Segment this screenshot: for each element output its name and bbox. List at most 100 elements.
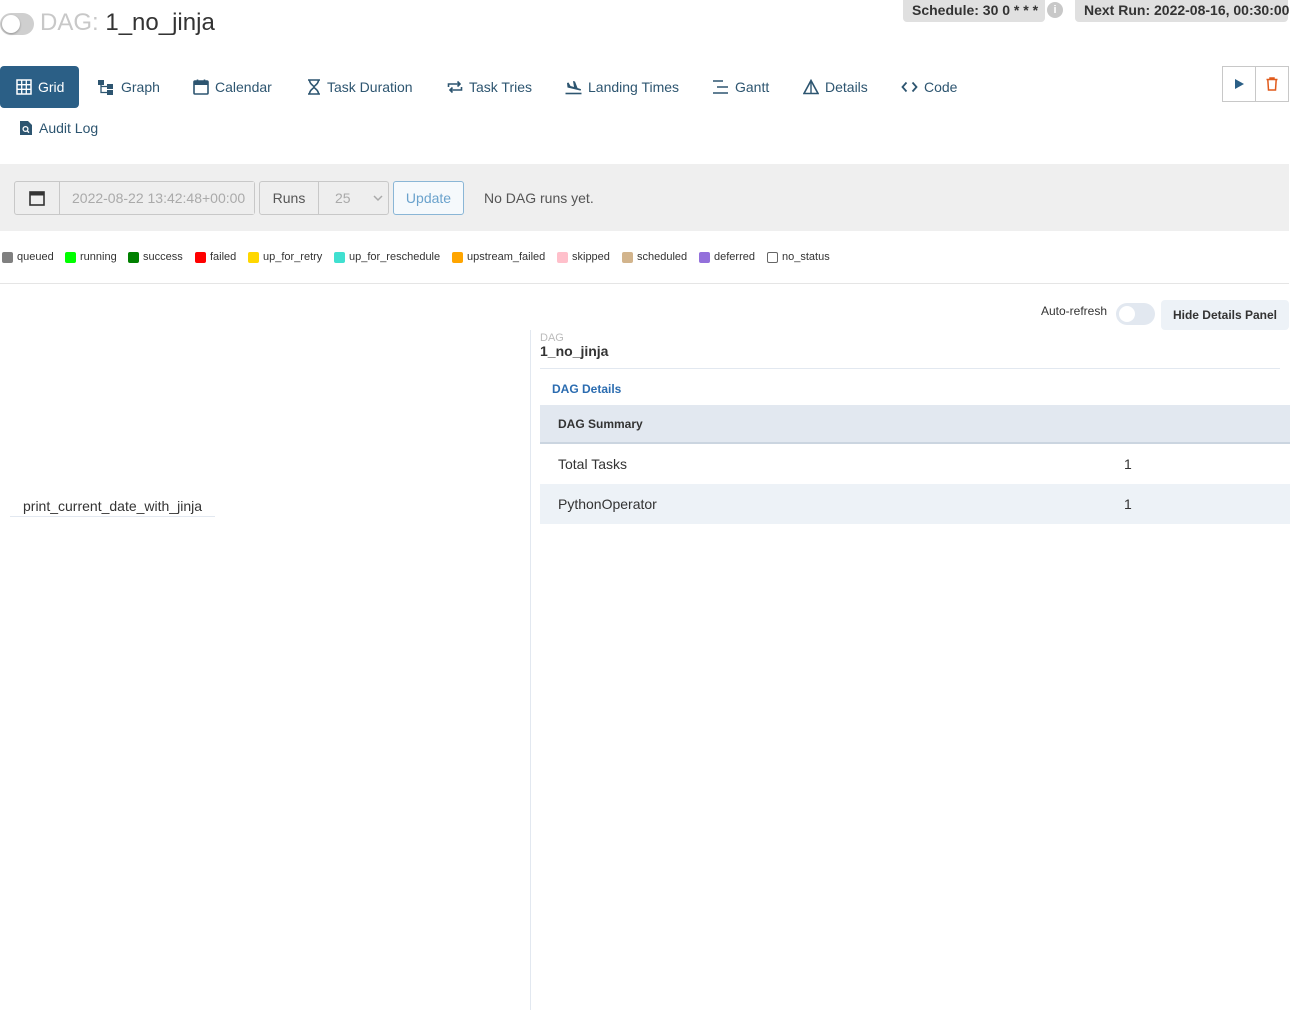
table-row: PythonOperator 1 (540, 484, 1290, 524)
legend-label: up_for_retry (263, 251, 323, 263)
breadcrumb-dag-link[interactable]: 1_no_jinja (540, 343, 608, 359)
row-key: PythonOperator (558, 496, 657, 512)
legend-label: running (80, 251, 117, 263)
legend-item-up-for-retry: up_for_retry (248, 250, 322, 264)
row-value: 1 (1124, 456, 1132, 472)
legend-item-upstream-failed: upstream_failed (452, 250, 545, 264)
legend-label: skipped (572, 251, 610, 263)
tab-graph[interactable]: Graph (98, 66, 160, 108)
grid-icon (16, 79, 32, 95)
auto-refresh-label: Auto-refresh (1041, 304, 1108, 318)
table-row: Total Tasks 1 (540, 444, 1290, 484)
legend-item-queued: queued (2, 250, 54, 264)
legend-label: queued (17, 251, 54, 263)
row-value: 1 (1124, 496, 1132, 512)
hourglass-icon (308, 79, 320, 95)
legend-label: success (143, 251, 183, 263)
page-title: DAG: 1_no_jinja (40, 9, 215, 37)
tab-label: Gantt (735, 79, 770, 95)
runs-group: Runs 25 (259, 181, 389, 215)
toggle-knob (2, 15, 20, 33)
info-icon[interactable]: i (1047, 2, 1063, 18)
next-run-badge: Next Run: 2022-08-16, 00:30:00 (1075, 0, 1289, 22)
legend-swatch (334, 251, 345, 263)
tab-details[interactable]: Details (803, 66, 868, 108)
legend-label: failed (210, 251, 237, 263)
legend-label: no_status (782, 251, 830, 263)
legend-label: up_for_reschedule (349, 251, 441, 263)
legend-item-failed: failed (195, 250, 236, 264)
update-button[interactable]: Update (393, 181, 464, 215)
tab-grid[interactable]: Grid (0, 66, 80, 108)
legend-item-success: success (128, 250, 183, 264)
schedule-badge: Schedule: 30 0 * * * (903, 0, 1045, 22)
legend-swatch (699, 251, 710, 263)
legend-item-no-status: no_status (767, 250, 830, 264)
legend-item-deferred: deferred (699, 250, 755, 264)
date-picker-button[interactable] (15, 182, 60, 214)
base-date-input[interactable]: 2022-08-22 13:42:48+00:00 (60, 182, 254, 214)
legend-item-up-for-reschedule: up_for_reschedule (334, 250, 440, 264)
row-key: Total Tasks (558, 456, 627, 472)
delete-dag-button[interactable] (1255, 66, 1289, 102)
chevron-down-icon (373, 195, 383, 202)
legend-swatch (557, 251, 568, 263)
play-icon (1235, 79, 1244, 89)
dag-pause-toggle[interactable] (0, 13, 34, 35)
calendar-icon (193, 79, 209, 95)
hide-details-panel-button[interactable]: Hide Details Panel (1161, 300, 1289, 330)
tab-label: Task Duration (327, 79, 413, 95)
dag-details-heading: DAG Details (552, 382, 622, 396)
tab-label: Calendar (215, 79, 272, 95)
tab-label: Audit Log (39, 120, 99, 136)
grid-controls: 2022-08-22 13:42:48+00:00 Runs 25 Update… (0, 164, 1289, 231)
tab-label: Code (924, 79, 958, 95)
legend-swatch (248, 251, 259, 263)
tab-label: Graph (121, 79, 160, 95)
runs-select[interactable]: 25 (319, 182, 388, 214)
tab-label: Task Tries (469, 79, 533, 95)
tab-task-tries[interactable]: Task Tries (447, 66, 532, 108)
divider (0, 283, 1289, 284)
repeat-icon (447, 80, 463, 94)
tab-audit-log[interactable]: Audit Log (19, 107, 98, 149)
tab-label: Landing Times (588, 79, 680, 95)
legend-swatch (195, 251, 206, 263)
legend-swatch (767, 251, 778, 263)
tab-calendar[interactable]: Calendar (193, 66, 272, 108)
legend-swatch (2, 251, 13, 263)
legend-swatch (128, 251, 139, 263)
tab-label: Details (825, 79, 868, 95)
graph-icon (98, 80, 113, 95)
no-runs-message: No DAG runs yet. (484, 190, 594, 206)
legend-label: upstream_failed (467, 251, 546, 263)
runs-value: 25 (335, 190, 351, 206)
dag-name: 1_no_jinja (105, 9, 215, 36)
legend-swatch (452, 251, 463, 263)
legend-item-skipped: skipped (557, 250, 610, 264)
base-date-picker[interactable]: 2022-08-22 13:42:48+00:00 (14, 181, 255, 215)
panel-divider[interactable] (530, 330, 531, 1010)
auto-refresh-toggle[interactable] (1116, 303, 1155, 325)
legend-label: deferred (714, 251, 755, 263)
legend-item-scheduled: scheduled (622, 250, 687, 264)
trigger-dag-button[interactable] (1222, 66, 1256, 102)
tab-gantt[interactable]: Gantt (712, 66, 769, 108)
plane-landing-icon (565, 81, 582, 95)
toggle-knob (1119, 306, 1135, 322)
tab-task-duration[interactable]: Task Duration (307, 66, 413, 108)
legend-swatch (622, 251, 633, 263)
trash-icon (1266, 77, 1278, 91)
legend-item-running: running (65, 250, 117, 264)
divider (540, 368, 1280, 369)
summary-header: DAG Summary (540, 405, 1290, 444)
code-icon (901, 81, 918, 93)
legend-label: scheduled (637, 251, 688, 263)
document-search-icon (20, 121, 32, 135)
tab-landing-times[interactable]: Landing Times (565, 66, 679, 108)
gantt-icon (713, 80, 728, 94)
dag-prefix: DAG: (40, 9, 99, 36)
legend-swatch (65, 251, 76, 263)
tab-code[interactable]: Code (901, 66, 957, 108)
task-row[interactable]: print_current_date_with_jinja (10, 496, 215, 517)
